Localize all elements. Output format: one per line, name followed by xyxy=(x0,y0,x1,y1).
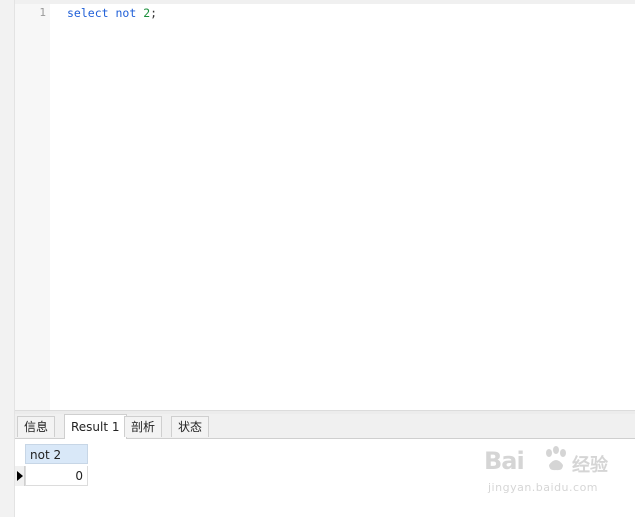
tab-info[interactable]: 信息 xyxy=(17,416,56,437)
results-panel: 信息 Result 1 剖析 状态 not 2 0 Bai 经验 jingyan… xyxy=(15,414,635,517)
line-number: 1 xyxy=(39,6,46,19)
watermark-logo-text-2: 经验 xyxy=(572,455,608,476)
watermark-url: jingyan.baidu.com xyxy=(488,481,599,494)
sql-editor[interactable]: 1 select not 2; xyxy=(15,0,635,410)
sql-client-window: 1 select not 2; 信息 Result 1 剖析 状态 not 2 … xyxy=(0,0,635,517)
line-number-gutter: 1 xyxy=(15,4,50,410)
left-sidebar-strip xyxy=(0,0,15,517)
row-indicator[interactable] xyxy=(15,466,25,486)
current-row-arrow-icon xyxy=(17,471,23,481)
column-header-not-2[interactable]: not 2 xyxy=(25,444,88,464)
results-tab-bar: 信息 Result 1 剖析 状态 xyxy=(15,414,635,439)
baidu-jingyan-watermark: Bai 经验 jingyan.baidu.com xyxy=(480,445,630,505)
watermark-logo-text: Bai xyxy=(484,447,525,475)
tab-profile[interactable]: 剖析 xyxy=(124,416,163,437)
tab-status[interactable]: 状态 xyxy=(171,416,210,437)
keyword-select: select xyxy=(67,6,109,20)
tab-result-1[interactable]: Result 1 xyxy=(64,414,127,439)
table-cell[interactable]: 0 xyxy=(25,466,88,486)
keyword-not: not xyxy=(115,6,137,20)
editor-top-border xyxy=(15,0,635,4)
semicolon: ; xyxy=(150,6,158,20)
baidu-paw-icon xyxy=(546,446,566,471)
code-line[interactable]: select not 2; xyxy=(67,6,157,20)
